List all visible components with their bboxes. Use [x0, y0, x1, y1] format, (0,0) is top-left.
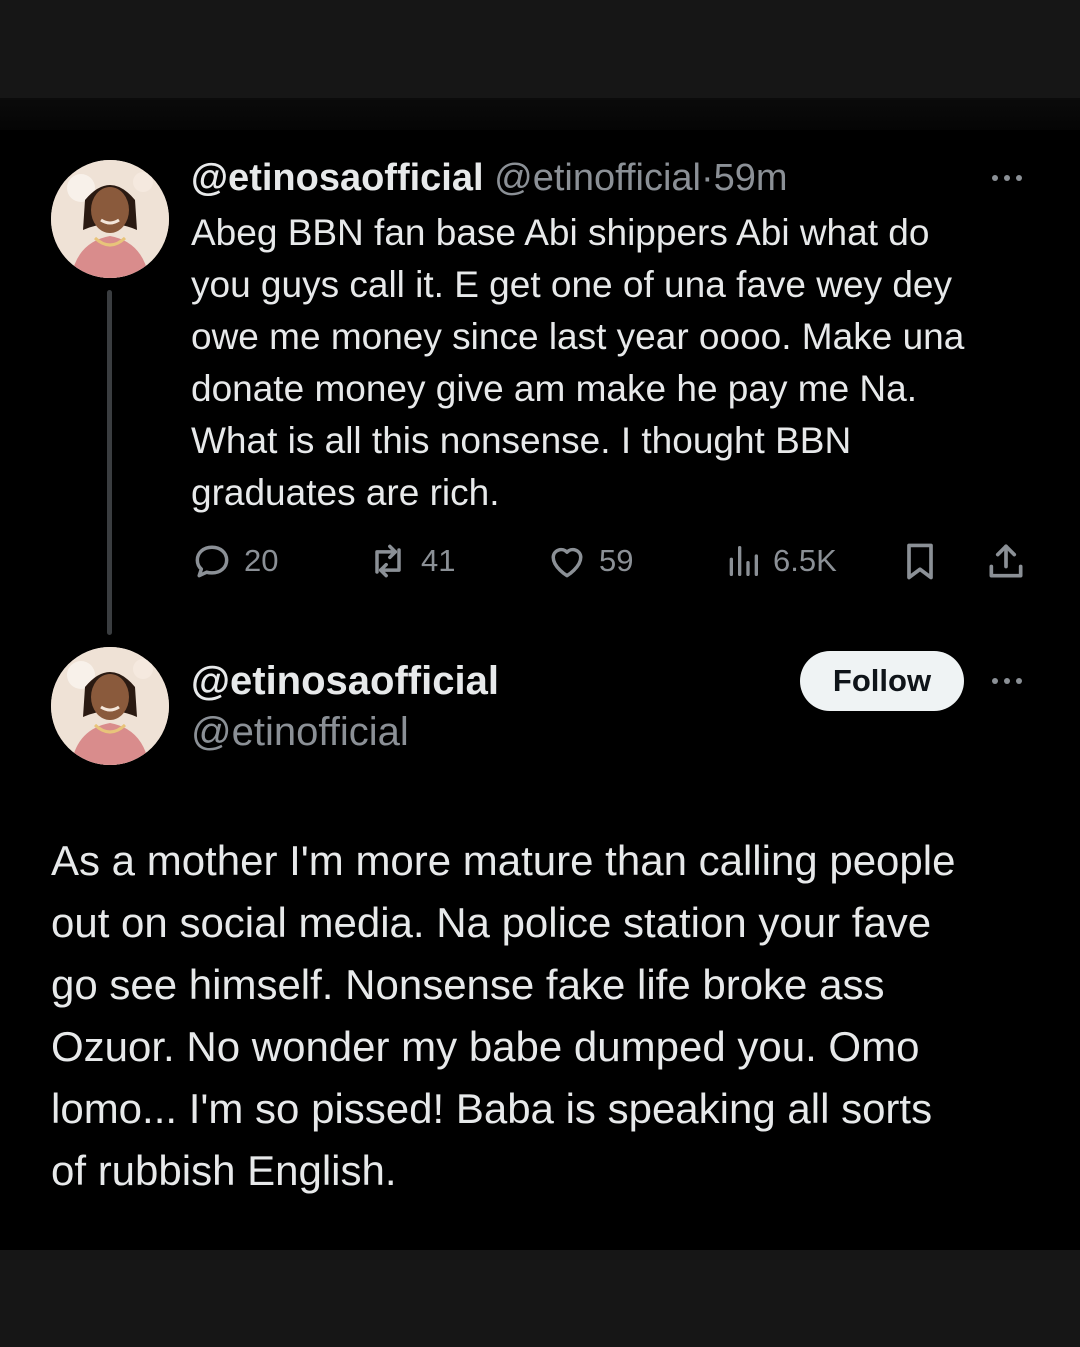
handle[interactable]: @etinofficial	[494, 157, 701, 199]
views-button[interactable]: 6.5K	[723, 535, 837, 587]
bar-chart-icon	[723, 539, 763, 583]
repost-count: 41	[421, 543, 456, 578]
like-count: 59	[599, 543, 634, 578]
reply-count: 20	[244, 543, 279, 578]
like-button[interactable]: 59	[545, 535, 633, 587]
avatar[interactable]	[51, 160, 169, 278]
share-upload-icon	[984, 539, 1028, 583]
display-name[interactable]: @etinosaofficial	[191, 157, 484, 199]
main-tweet-text: As a mother I'm more mature than calling…	[51, 837, 956, 1194]
top-letterbox-band	[0, 0, 1080, 98]
bottom-letterbox-band	[0, 1250, 1080, 1347]
follow-button[interactable]: Follow	[800, 651, 964, 711]
speech-bubble-icon	[190, 539, 234, 583]
views-count: 6.5K	[773, 543, 837, 578]
share-button[interactable]	[984, 535, 1028, 587]
reply-button[interactable]: 20	[190, 535, 278, 587]
timestamp[interactable]: 59m	[714, 157, 788, 199]
tweet-action-bar: 20 41 59 6.5K	[190, 535, 1030, 587]
bookmark-icon	[898, 539, 942, 583]
top-band-shadow	[0, 98, 1080, 130]
thread-connector-line	[107, 290, 112, 635]
repost-button[interactable]: 41	[365, 535, 455, 587]
heart-icon	[545, 539, 589, 583]
separator-dot: ·	[701, 157, 714, 199]
display-name[interactable]: @etinosaofficial	[191, 655, 499, 707]
more-dots-icon[interactable]	[987, 674, 1027, 688]
repost-arrows-icon	[365, 539, 411, 583]
more-dots-icon[interactable]	[987, 171, 1027, 185]
avatar[interactable]	[51, 647, 169, 765]
handle[interactable]: @etinofficial	[191, 706, 409, 758]
reply-tweet-text: Abeg BBN fan base Abi shippers Abi what …	[191, 212, 965, 513]
reply-tweet-header: @etinosaofficial @etinofficial·59m	[191, 152, 788, 204]
bookmark-button[interactable]	[898, 535, 942, 587]
